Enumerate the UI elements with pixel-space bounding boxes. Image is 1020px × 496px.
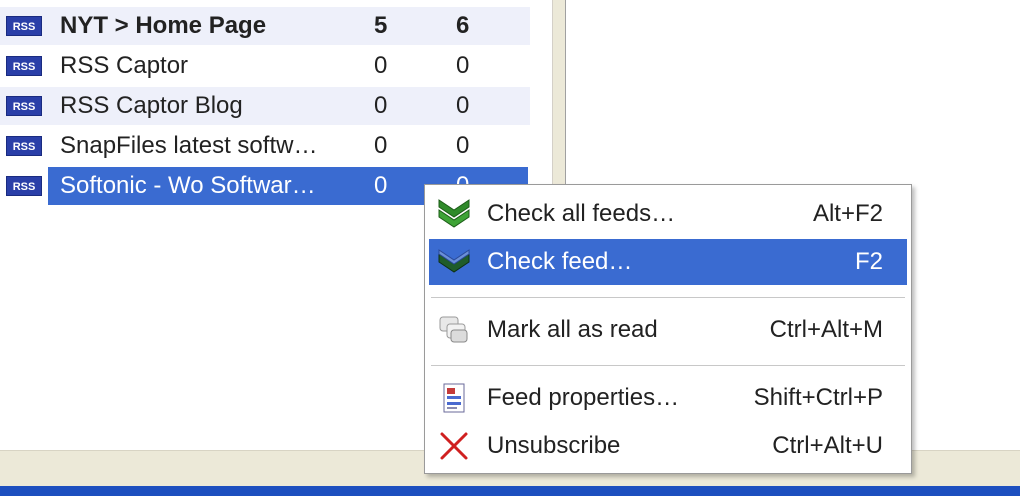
menu-item-feed-properties[interactable]: Feed properties… Shift+Ctrl+P <box>429 375 907 421</box>
check-feed-icon <box>437 246 471 278</box>
menu-item-label: Check feed… <box>487 248 633 275</box>
feed-unread-count: 0 <box>374 52 388 79</box>
menu-item-shortcut: Ctrl+Alt+U <box>772 432 883 459</box>
feed-title: SnapFiles latest softw… <box>60 132 318 159</box>
menu-item-label: Feed properties… <box>487 384 680 411</box>
feed-row-snapfiles[interactable]: RSS SnapFiles latest softw… 0 0 <box>0 127 530 165</box>
feed-title: RSS Captor <box>60 52 189 79</box>
feed-row-rss-captor-blog[interactable]: RSS RSS Captor Blog 0 0 <box>0 87 530 125</box>
feed-total-count: 0 <box>456 52 470 79</box>
menu-item-check-all-feeds[interactable]: Check all feeds… Alt+F2 <box>429 191 907 237</box>
feed-row-rss-captor[interactable]: RSS RSS Captor 0 0 <box>0 47 530 85</box>
feed-unread-count: 0 <box>374 132 388 159</box>
feed-total-count: 6 <box>456 12 470 39</box>
check-all-feeds-icon <box>437 198 471 230</box>
unsubscribe-icon <box>437 430 471 462</box>
rss-icon: RSS <box>6 56 42 76</box>
menu-item-unsubscribe[interactable]: Unsubscribe Ctrl+Alt+U <box>429 423 907 469</box>
feed-total-count: 0 <box>456 132 470 159</box>
rss-icon: RSS <box>6 96 42 116</box>
menu-separator <box>431 365 905 369</box>
feed-title: NYT > Home Page <box>60 12 267 39</box>
feed-unread-count: 5 <box>374 12 388 39</box>
mark-read-icon <box>437 314 471 346</box>
rss-icon: RSS <box>6 136 42 156</box>
menu-item-shortcut: F2 <box>854 248 883 275</box>
context-menu: Check all feeds… Alt+F2 Check feed… F2 M… <box>424 184 912 474</box>
menu-item-label: Check all feeds… <box>487 200 676 227</box>
feed-title: RSS Captor Blog <box>60 92 243 119</box>
menu-item-label: Mark all as read <box>487 316 658 343</box>
feed-total-count: 0 <box>456 92 470 119</box>
menu-item-check-feed[interactable]: Check feed… F2 <box>429 239 907 285</box>
menu-item-shortcut: Ctrl+Alt+M <box>769 316 883 343</box>
feed-unread-count: 0 <box>374 92 388 119</box>
menu-item-shortcut: Shift+Ctrl+P <box>753 384 883 411</box>
menu-item-label: Unsubscribe <box>487 432 621 459</box>
menu-item-shortcut: Alt+F2 <box>812 200 883 227</box>
rss-icon: RSS <box>6 16 42 36</box>
properties-icon <box>437 382 471 414</box>
taskbar <box>0 486 1020 496</box>
feed-row-nyt[interactable]: RSS NYT > Home Page 5 6 <box>0 7 530 45</box>
menu-item-mark-all-as-read[interactable]: Mark all as read Ctrl+Alt+M <box>429 307 907 353</box>
feed-unread-count: 0 <box>374 172 388 199</box>
menu-separator <box>431 297 905 301</box>
rss-icon: RSS <box>6 176 42 196</box>
